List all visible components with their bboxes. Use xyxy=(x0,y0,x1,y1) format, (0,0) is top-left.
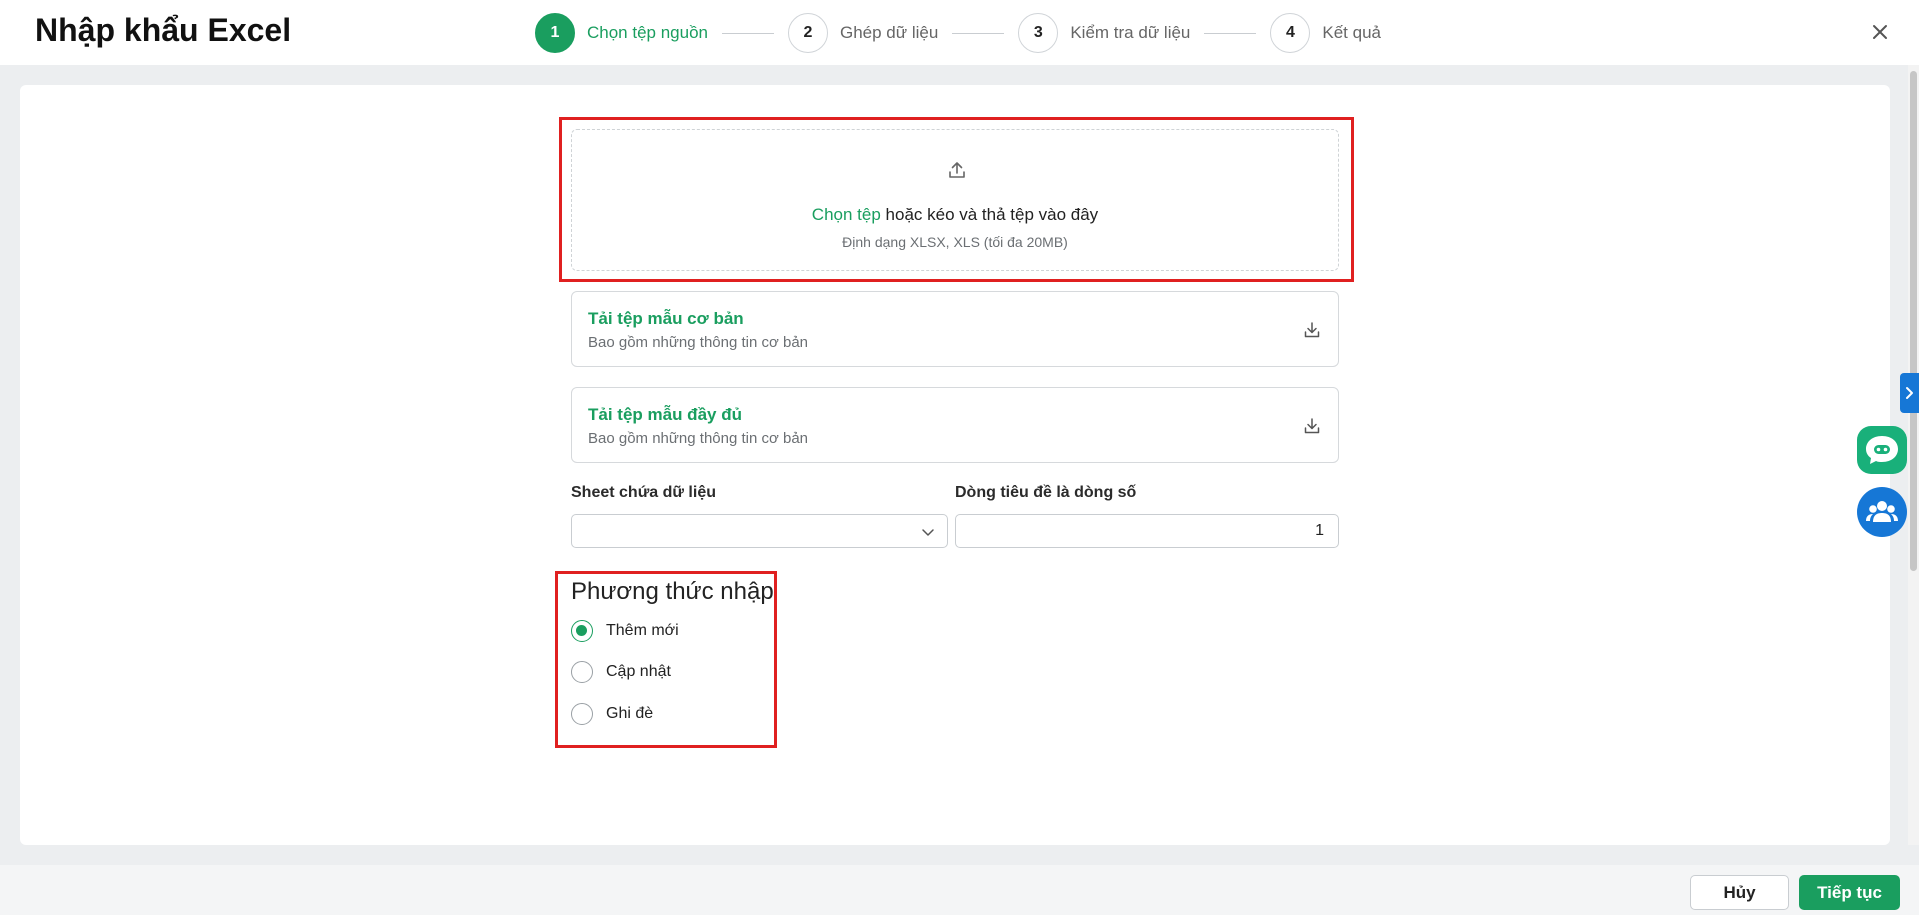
header-row-label: Dòng tiêu đề là dòng số xyxy=(955,484,1137,501)
scroll-thumb[interactable] xyxy=(1910,71,1917,571)
template-subtitle: Bao gồm những thông tin cơ bản xyxy=(588,334,809,351)
chat-button[interactable] xyxy=(1857,426,1907,474)
template-title: Tải tệp mẫu cơ bản xyxy=(588,309,744,328)
step-connector xyxy=(722,32,774,34)
step-3-number: 3 xyxy=(1018,13,1059,53)
dialog-header: Nhập khẩu Excel 1 Chọn tệp nguồn 2 Ghép … xyxy=(0,0,1919,65)
radio-unchecked-icon xyxy=(571,661,593,683)
step-4-label: Kết quả xyxy=(1322,23,1381,42)
radio-unchecked-icon xyxy=(571,703,593,725)
header-row-input[interactable] xyxy=(955,514,1339,548)
download-full-template[interactable]: Tải tệp mẫu đầy đủ Bao gồm những thông t… xyxy=(571,387,1339,463)
chevron-down-icon xyxy=(922,529,934,536)
choose-file-link[interactable]: Chọn tệp xyxy=(812,205,881,224)
sheet-select[interactable] xyxy=(571,514,948,548)
chevron-right-icon xyxy=(1906,387,1913,399)
template-subtitle: Bao gồm những thông tin cơ bản xyxy=(588,430,809,447)
template-title: Tải tệp mẫu đầy đủ xyxy=(588,405,742,424)
step-connector xyxy=(1204,32,1257,34)
step-3-label: Kiểm tra dữ liệu xyxy=(1070,23,1191,42)
page-title: Nhập khẩu Excel xyxy=(35,12,292,48)
download-basic-template[interactable]: Tải tệp mẫu cơ bản Bao gồm những thông t… xyxy=(571,291,1339,367)
step-2[interactable]: 2 Ghép dữ liệu xyxy=(788,13,938,53)
dropzone-instruction: hoặc kéo và thả tệp vào đây xyxy=(885,205,1099,224)
close-icon[interactable] xyxy=(1868,20,1892,44)
download-icon xyxy=(1304,322,1320,338)
step-1-label: Chọn tệp nguồn xyxy=(587,23,708,42)
upload-icon xyxy=(949,162,965,178)
radio-checked-icon xyxy=(571,620,593,642)
step-3[interactable]: 3 Kiểm tra dữ liệu xyxy=(1018,13,1190,53)
import-method-title: Phương thức nhập xyxy=(571,578,774,605)
radio-label: Cập nhật xyxy=(606,663,671,680)
chat-icon xyxy=(1866,436,1898,464)
scrollbar[interactable] xyxy=(1908,65,1919,845)
step-1[interactable]: 1 Chọn tệp nguồn xyxy=(535,13,708,53)
radio-update[interactable]: Cập nhật xyxy=(571,661,671,683)
radio-add-new[interactable]: Thêm mới xyxy=(571,620,679,642)
step-4[interactable]: 4 Kết quả xyxy=(1270,13,1381,53)
download-icon xyxy=(1304,418,1320,434)
stepper: 1 Chọn tệp nguồn 2 Ghép dữ liệu 3 Kiểm t… xyxy=(535,12,1381,54)
cancel-button[interactable]: Hủy xyxy=(1690,875,1789,910)
radio-overwrite[interactable]: Ghi đè xyxy=(571,703,653,725)
step-2-number: 2 xyxy=(788,13,828,53)
side-panel-toggle[interactable] xyxy=(1900,373,1919,413)
step-1-number: 1 xyxy=(535,13,575,53)
sheet-label: Sheet chứa dữ liệu xyxy=(571,484,716,501)
step-2-label: Ghép dữ liệu xyxy=(840,23,939,42)
people-icon[interactable] xyxy=(1857,487,1907,537)
dropzone-hint: Định dạng XLSX, XLS (tối đa 20MB) xyxy=(842,234,1068,250)
step-4-number: 4 xyxy=(1270,13,1311,53)
dialog-footer: Hủy Tiếp tục xyxy=(0,865,1919,915)
file-dropzone[interactable]: Chọn tệp hoặc kéo và thả tệp vào đây Địn… xyxy=(571,129,1339,271)
radio-label: Ghi đè xyxy=(606,705,654,722)
dropzone-text: Chọn tệp hoặc kéo và thả tệp vào đây xyxy=(572,205,1338,225)
step-connector xyxy=(952,32,1005,34)
continue-button[interactable]: Tiếp tục xyxy=(1799,875,1900,910)
radio-label: Thêm mới xyxy=(606,622,679,639)
